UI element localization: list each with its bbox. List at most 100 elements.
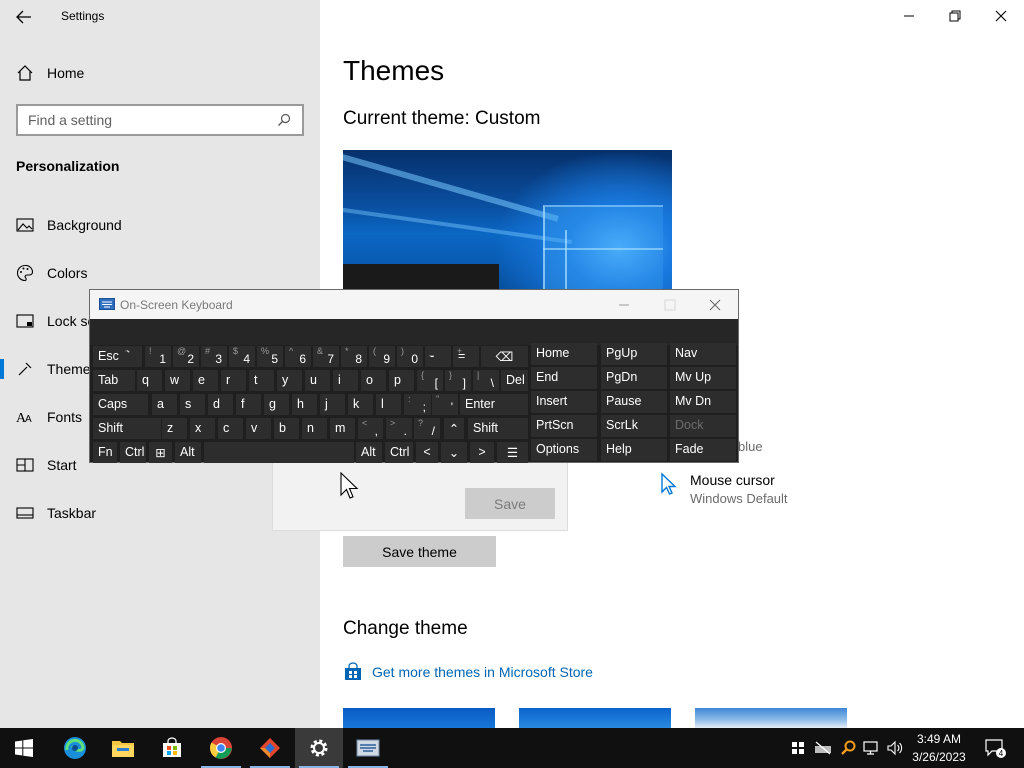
osk-key-q[interactable]: q [137,370,162,391]
osk-key-prtscn[interactable]: PrtScn [531,415,597,437]
restore-button[interactable] [932,0,978,32]
taskbar-edge[interactable] [51,728,99,768]
osk-maximize-button[interactable] [647,290,693,319]
osk-key-home[interactable]: Home [531,343,597,365]
osk-key-ctrl[interactable]: Ctrl [385,442,413,463]
theme-thumbnail[interactable] [519,708,671,728]
taskbar-file-explorer[interactable] [99,728,147,768]
osk-key-esc[interactable]: Esc [93,346,123,367]
taskbar-chrome[interactable] [197,728,245,768]
osk-key-t[interactable]: t [249,370,274,391]
osk-key-sym11[interactable]: {[ [417,370,443,391]
search-box[interactable] [16,104,304,136]
osk-key-p[interactable]: p [389,370,414,391]
start-button[interactable] [0,728,48,768]
osk-key-sym11[interactable]: " ' [432,394,458,415]
osk-key-n[interactable]: n [302,418,327,439]
taskbar-on-screen-keyboard[interactable] [344,728,392,768]
search-icon[interactable] [276,112,292,128]
osk-key-pgup[interactable]: PgUp [601,343,667,365]
osk-key-caps[interactable]: Caps [93,394,148,415]
osk-key-h[interactable]: h [292,394,317,415]
osk-key-menu[interactable]: ☰ [497,442,528,463]
osk-key-down[interactable]: ⌄ [441,442,467,463]
osk-key-windows[interactable]: ⊞ [149,442,172,463]
osk-key-alt[interactable]: Alt [175,442,201,463]
osk-key-1[interactable]: ! 1 [145,346,171,367]
osk-key-y[interactable]: y [277,370,302,391]
osk-key-0[interactable]: ) 0 [397,346,423,367]
osk-key-w[interactable]: w [165,370,190,391]
osk-key-6[interactable]: ^ 6 [285,346,311,367]
osk-key-shift[interactable]: Shift [93,418,161,439]
dialog-save-button[interactable]: Save [465,488,555,519]
close-button[interactable] [978,0,1024,32]
osk-key-o[interactable]: o [361,370,386,391]
mouse-cursor-setting[interactable]: Mouse cursor Windows Default [660,472,860,512]
osk-key-m[interactable]: m [330,418,355,439]
osk-key-sym13[interactable]: | \ [473,370,499,391]
osk-key-fade[interactable]: Fade [670,439,736,461]
tray-network[interactable] [860,728,882,768]
osk-key-s[interactable]: s [180,394,205,415]
osk-key-sym1[interactable]: ~ ` [121,346,142,367]
osk-key-options[interactable]: Options [531,439,597,461]
tray-network-drive[interactable] [812,728,834,768]
tray-volume[interactable] [884,728,906,768]
osk-titlebar[interactable]: On-Screen Keyboard [90,290,738,319]
action-center-button[interactable]: 4 [980,728,1010,768]
nav-home[interactable]: Home [16,62,84,84]
osk-key-d[interactable]: d [208,394,233,415]
osk-key-sym10[interactable]: :; [404,394,431,415]
osk-key-5[interactable]: % 5 [257,346,283,367]
osk-key-up[interactable]: ⌃ [444,418,464,439]
search-input[interactable] [28,112,276,128]
tray-app[interactable] [838,728,858,768]
osk-close-button[interactable] [692,290,738,319]
osk-key-9[interactable]: (9 [369,346,395,367]
osk-key-shift[interactable]: Shift [468,418,528,439]
osk-key-help[interactable]: Help [601,439,667,461]
osk-key-sym12[interactable]: _ - [425,346,451,367]
osk-key-tab[interactable]: Tab [93,370,135,391]
taskbar-app[interactable] [246,728,294,768]
osk-key-l[interactable]: l [376,394,401,415]
osk-key-4[interactable]: $4 [229,346,255,367]
osk-key-e[interactable]: e [193,370,218,391]
store-link[interactable]: Get more themes in Microsoft Store [343,661,593,683]
osk-key-2[interactable]: @2 [173,346,199,367]
back-button[interactable] [8,4,40,30]
osk-key-ctrl[interactable]: Ctrl [120,442,146,463]
osk-key-left[interactable]: < [416,442,438,463]
osk-key-space[interactable] [204,442,354,463]
osk-key-sym10[interactable]: ? / [414,418,440,439]
tray-security[interactable] [788,728,808,768]
osk-key-b[interactable]: b [274,418,299,439]
tray-clock[interactable]: 3:49 AM 3/26/2023 [904,730,974,766]
osk-key-x[interactable]: x [190,418,215,439]
osk-key-insert[interactable]: Insert [531,391,597,413]
osk-key-backspace[interactable]: ⌫ [481,346,528,367]
osk-key-v[interactable]: v [246,418,271,439]
osk-key-end[interactable]: End [531,367,597,389]
theme-thumbnail[interactable] [695,708,847,728]
osk-key-scrlk[interactable]: ScrLk [601,415,667,437]
osk-key-pause[interactable]: Pause [601,391,667,413]
osk-key-7[interactable]: & 7 [313,346,339,367]
osk-key-right[interactable]: > [470,442,494,463]
osk-key-mv-dn[interactable]: Mv Dn [670,391,736,413]
osk-key-k[interactable]: k [348,394,373,415]
osk-key-u[interactable]: u [305,370,330,391]
osk-key-f[interactable]: f [236,394,261,415]
osk-key-sym9[interactable]: >. [386,418,412,439]
osk-minimize-button[interactable] [601,290,647,319]
osk-key-i[interactable]: i [333,370,358,391]
osk-key-a[interactable]: a [152,394,177,415]
sidebar-item-background[interactable]: Background [0,203,320,247]
osk-key-pgdn[interactable]: PgDn [601,367,667,389]
osk-key-c[interactable]: c [218,418,243,439]
osk-key-8[interactable]: * 8 [341,346,367,367]
osk-key-j[interactable]: j [320,394,345,415]
save-theme-button[interactable]: Save theme [343,536,496,567]
osk-key-z[interactable]: z [162,418,187,439]
